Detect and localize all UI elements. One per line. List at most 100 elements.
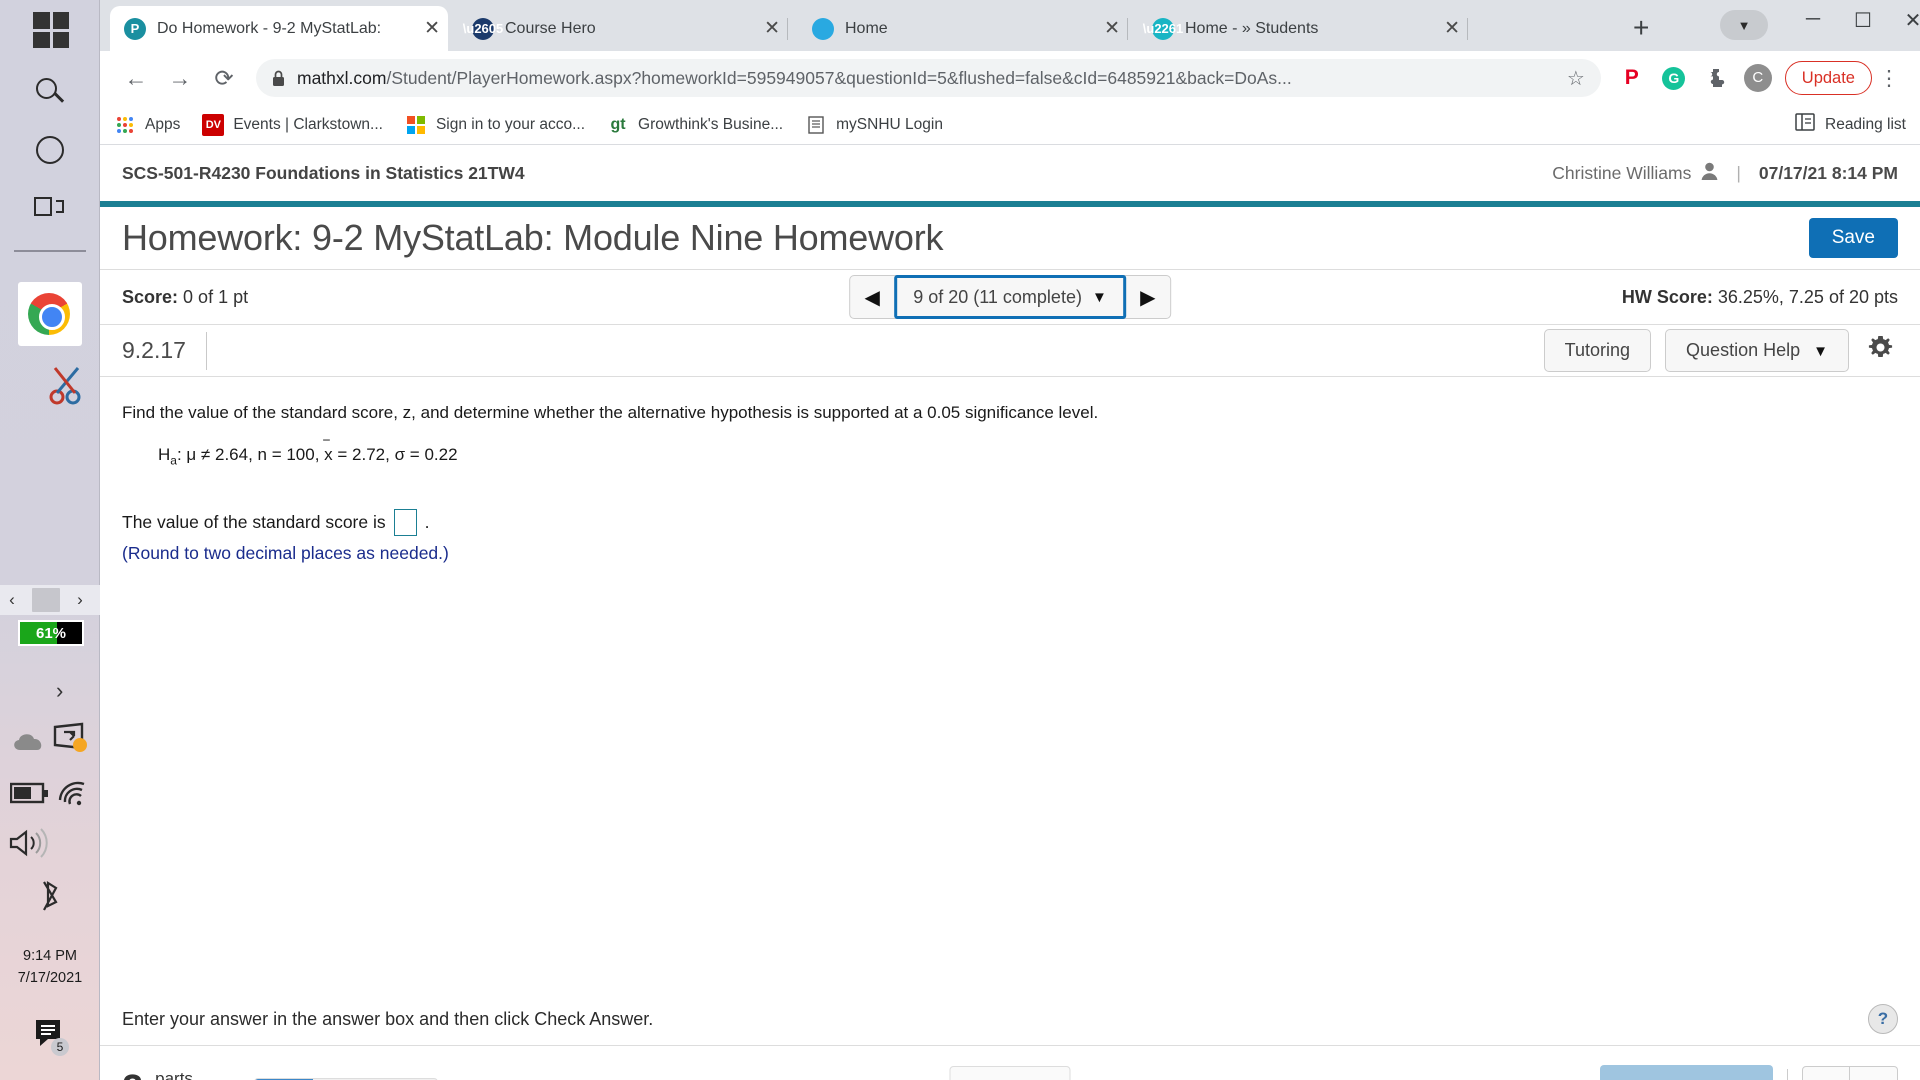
tab-favicon-pearson-icon: P bbox=[124, 17, 146, 40]
mathxl-header: SCS-501-R4230 Foundations in Statistics … bbox=[100, 146, 1920, 201]
score-label: Score: bbox=[122, 286, 179, 307]
bookmark-apps[interactable]: Apps bbox=[114, 114, 180, 136]
grammarly-extension-icon[interactable]: G bbox=[1653, 58, 1695, 98]
x-bar-symbol: x bbox=[324, 438, 333, 465]
reading-list-button[interactable]: Reading list bbox=[1795, 113, 1906, 136]
taskbar-divider bbox=[14, 250, 86, 252]
question-select-label: 9 of 20 (11 complete) bbox=[913, 286, 1082, 307]
pinterest-extension-icon[interactable]: P bbox=[1611, 58, 1653, 98]
prev-question-button[interactable]: ◀ bbox=[850, 285, 894, 310]
instruction-text: Enter your answer in the answer box and … bbox=[122, 1009, 654, 1029]
bookmarks-bar: Apps DV Events | Clarkstown... Sign in t… bbox=[100, 105, 1920, 145]
score-value: 0 of 1 pt bbox=[183, 286, 249, 307]
question-navigator[interactable]: ◀ 9 of 20 (11 complete) ▼ ▶ bbox=[849, 275, 1171, 319]
cloud-icon[interactable] bbox=[10, 728, 48, 756]
answer-period: . bbox=[424, 512, 430, 533]
save-button[interactable]: Save bbox=[1808, 218, 1898, 258]
extensions-puzzle-icon[interactable] bbox=[1695, 58, 1737, 98]
browser-tab-2[interactable]: Home ✕ bbox=[798, 6, 1128, 51]
window-maximize-button[interactable]: ☐ bbox=[1840, 8, 1886, 33]
cortana-circle-icon[interactable] bbox=[36, 136, 64, 164]
bookmark-events-clarkstown[interactable]: DV Events | Clarkstown... bbox=[202, 113, 383, 136]
browser-tab-1[interactable]: \u2605 Course Hero ✕ bbox=[458, 6, 788, 51]
question-id: 9.2.17 bbox=[122, 331, 207, 370]
taskbar-app-snip[interactable] bbox=[18, 352, 82, 416]
show-hidden-icons-chevron[interactable]: › bbox=[56, 678, 63, 704]
bookmark-label: Events | Clarkstown... bbox=[233, 115, 383, 133]
scroll-right-arrow[interactable]: › bbox=[68, 590, 92, 610]
scroll-left-arrow[interactable]: ‹ bbox=[0, 590, 24, 610]
reload-button[interactable]: ⟳ bbox=[202, 58, 246, 98]
parts-remaining-count: 2 bbox=[122, 1068, 143, 1080]
bookmark-label: mySNHU Login bbox=[836, 115, 943, 133]
taskbar-clock[interactable]: 9:14 PM 7/17/2021 bbox=[0, 945, 100, 989]
window-close-button[interactable]: ✕ bbox=[1890, 8, 1920, 33]
help-button[interactable]: ? bbox=[1868, 1004, 1898, 1034]
task-view-icon[interactable] bbox=[34, 194, 66, 220]
address-bar[interactable]: mathxl.com/Student/PlayerHomework.aspx?h… bbox=[256, 59, 1601, 97]
hypothesis-body-1: : μ ≠ 2.64, n = 100, bbox=[176, 445, 325, 464]
start-button[interactable] bbox=[33, 12, 69, 48]
screen: ‹ › 61% › 9:14 PM 7/17/2021 5 P Do Homew… bbox=[0, 0, 1920, 1080]
volume-icon[interactable] bbox=[8, 828, 50, 858]
tab-strip: P Do Homework - 9-2 MyStatLab: ✕ \u2605 … bbox=[100, 0, 1920, 51]
chevron-down-icon: ▼ bbox=[1737, 17, 1751, 33]
parts-label-line1: parts bbox=[155, 1069, 193, 1080]
bookmark-star-icon[interactable]: ☆ bbox=[1553, 66, 1585, 91]
wifi-icon[interactable] bbox=[56, 778, 88, 808]
tab-divider bbox=[1127, 18, 1128, 40]
tab-close-icon[interactable]: ✕ bbox=[1430, 19, 1460, 38]
bookmark-microsoft-signin[interactable]: Sign in to your acco... bbox=[405, 114, 585, 136]
check-answer-button[interactable]: Check Answer bbox=[1599, 1065, 1773, 1080]
sync-icon[interactable] bbox=[52, 722, 90, 756]
bookmark-mysnhu-login[interactable]: mySNHU Login bbox=[805, 114, 943, 136]
tab-close-icon[interactable]: ✕ bbox=[410, 19, 440, 38]
dv-icon: DV bbox=[202, 113, 225, 136]
battery-icon[interactable] bbox=[10, 780, 50, 806]
window-minimize-button[interactable]: ─ bbox=[1790, 8, 1836, 31]
user-name: Christine Williams bbox=[1552, 163, 1692, 183]
question-body: Find the value of the standard score, z,… bbox=[100, 377, 1920, 564]
chrome-menu-button[interactable]: ⋮ bbox=[1872, 66, 1906, 91]
windows-taskbar: ‹ › 61% › 9:14 PM 7/17/2021 5 bbox=[0, 0, 100, 1080]
search-icon[interactable] bbox=[36, 78, 66, 108]
clear-all-button[interactable]: Clear All bbox=[949, 1065, 1071, 1080]
question-help-label: Question Help bbox=[1686, 340, 1801, 360]
battery-percentage-label: 61% bbox=[35, 624, 67, 642]
browser-tab-0[interactable]: P Do Homework - 9-2 MyStatLab: ✕ bbox=[110, 6, 448, 51]
bookmark-growthink[interactable]: gt Growthink's Busine... bbox=[607, 114, 783, 136]
tutoring-button[interactable]: Tutoring bbox=[1543, 329, 1652, 372]
update-button[interactable]: Update bbox=[1784, 61, 1872, 95]
taskbar-app-chrome[interactable] bbox=[18, 282, 82, 346]
tab-favicon-home-icon bbox=[812, 17, 834, 40]
gt-icon: gt bbox=[610, 115, 626, 133]
header-user-area: Christine Williams | 07/17/21 8:14 PM bbox=[1552, 162, 1898, 185]
answer-input[interactable] bbox=[393, 509, 417, 537]
header-separator: | bbox=[1736, 163, 1741, 183]
tab-close-icon[interactable]: ✕ bbox=[1090, 19, 1120, 38]
lock-icon bbox=[273, 70, 284, 86]
person-icon[interactable] bbox=[1701, 162, 1718, 185]
back-button[interactable]: ← bbox=[114, 58, 158, 98]
footer-next-button[interactable]: ▶ bbox=[1850, 1066, 1898, 1080]
bluetooth-icon[interactable] bbox=[34, 880, 66, 914]
new-tab-button[interactable]: + bbox=[1633, 14, 1649, 42]
question-prompt: Find the value of the standard score, z,… bbox=[122, 403, 1099, 422]
action-center-button[interactable]: 5 bbox=[30, 1018, 74, 1058]
footer-prev-button[interactable]: ◀ bbox=[1802, 1066, 1850, 1080]
bookmark-label: Apps bbox=[145, 115, 181, 133]
svg-text:5: 5 bbox=[57, 1040, 64, 1054]
scroll-thumb[interactable] bbox=[32, 588, 60, 612]
taskbar-scroll-strip[interactable]: ‹ › bbox=[0, 585, 100, 615]
profile-avatar[interactable]: C bbox=[1737, 58, 1779, 98]
forward-button[interactable]: → bbox=[158, 58, 202, 98]
question-toolbar: 9.2.17 Tutoring Question Help ▼ bbox=[100, 325, 1920, 377]
browser-tab-3[interactable]: \u2261 Home - » Students ✕ bbox=[1138, 6, 1468, 51]
gear-icon[interactable] bbox=[1863, 334, 1898, 368]
question-help-button[interactable]: Question Help ▼ bbox=[1665, 329, 1849, 372]
tab-close-icon[interactable]: ✕ bbox=[750, 19, 780, 38]
next-question-button[interactable]: ▶ bbox=[1126, 285, 1170, 310]
question-select-dropdown[interactable]: 9 of 20 (11 complete) ▼ bbox=[894, 275, 1126, 319]
window-menu-button[interactable]: ▼ bbox=[1720, 10, 1768, 40]
footer-pager: ◀ ▶ bbox=[1802, 1066, 1898, 1080]
